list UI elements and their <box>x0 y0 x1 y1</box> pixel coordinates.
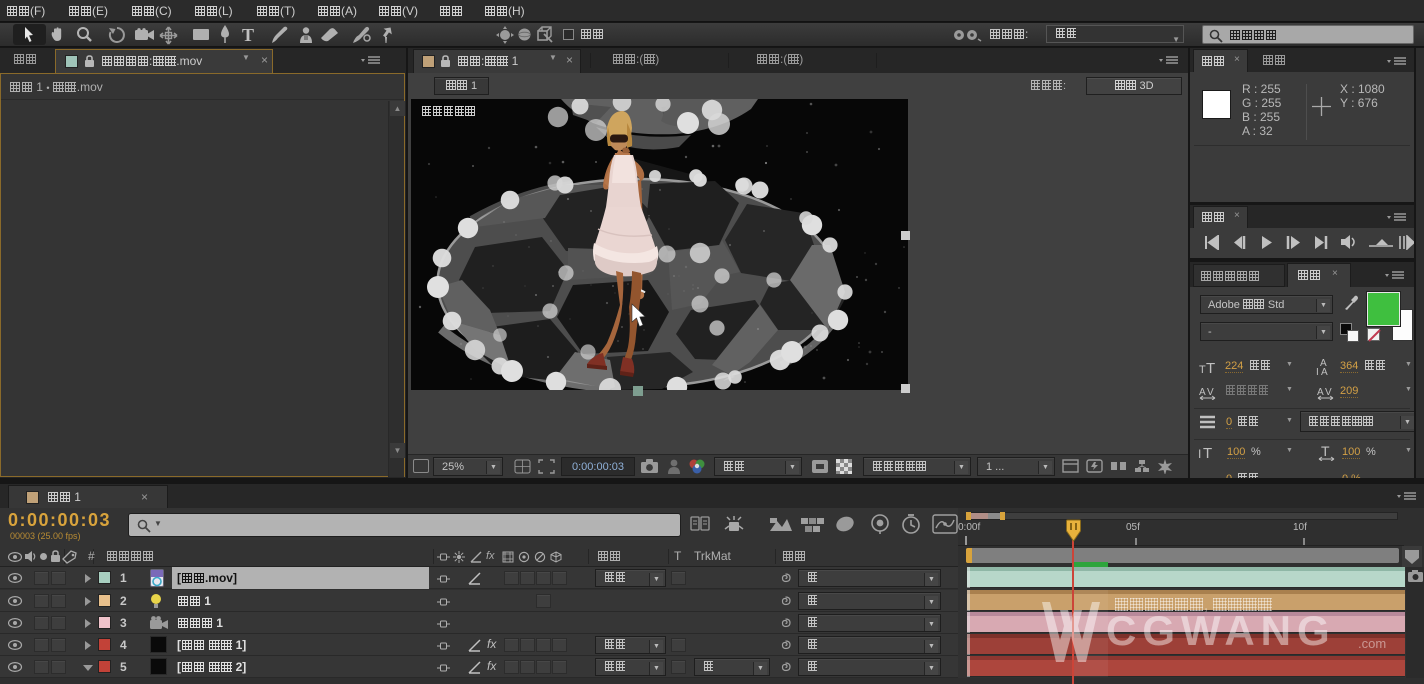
svg-text:T: T <box>1321 444 1330 459</box>
svg-text:T: T <box>1199 364 1206 374</box>
svg-text:I: I <box>1198 447 1201 461</box>
svg-text:T: T <box>1203 445 1212 461</box>
svg-text:T: T <box>1206 360 1215 374</box>
svg-text:I: I <box>1316 367 1319 376</box>
svg-text:A: A <box>1321 367 1328 376</box>
